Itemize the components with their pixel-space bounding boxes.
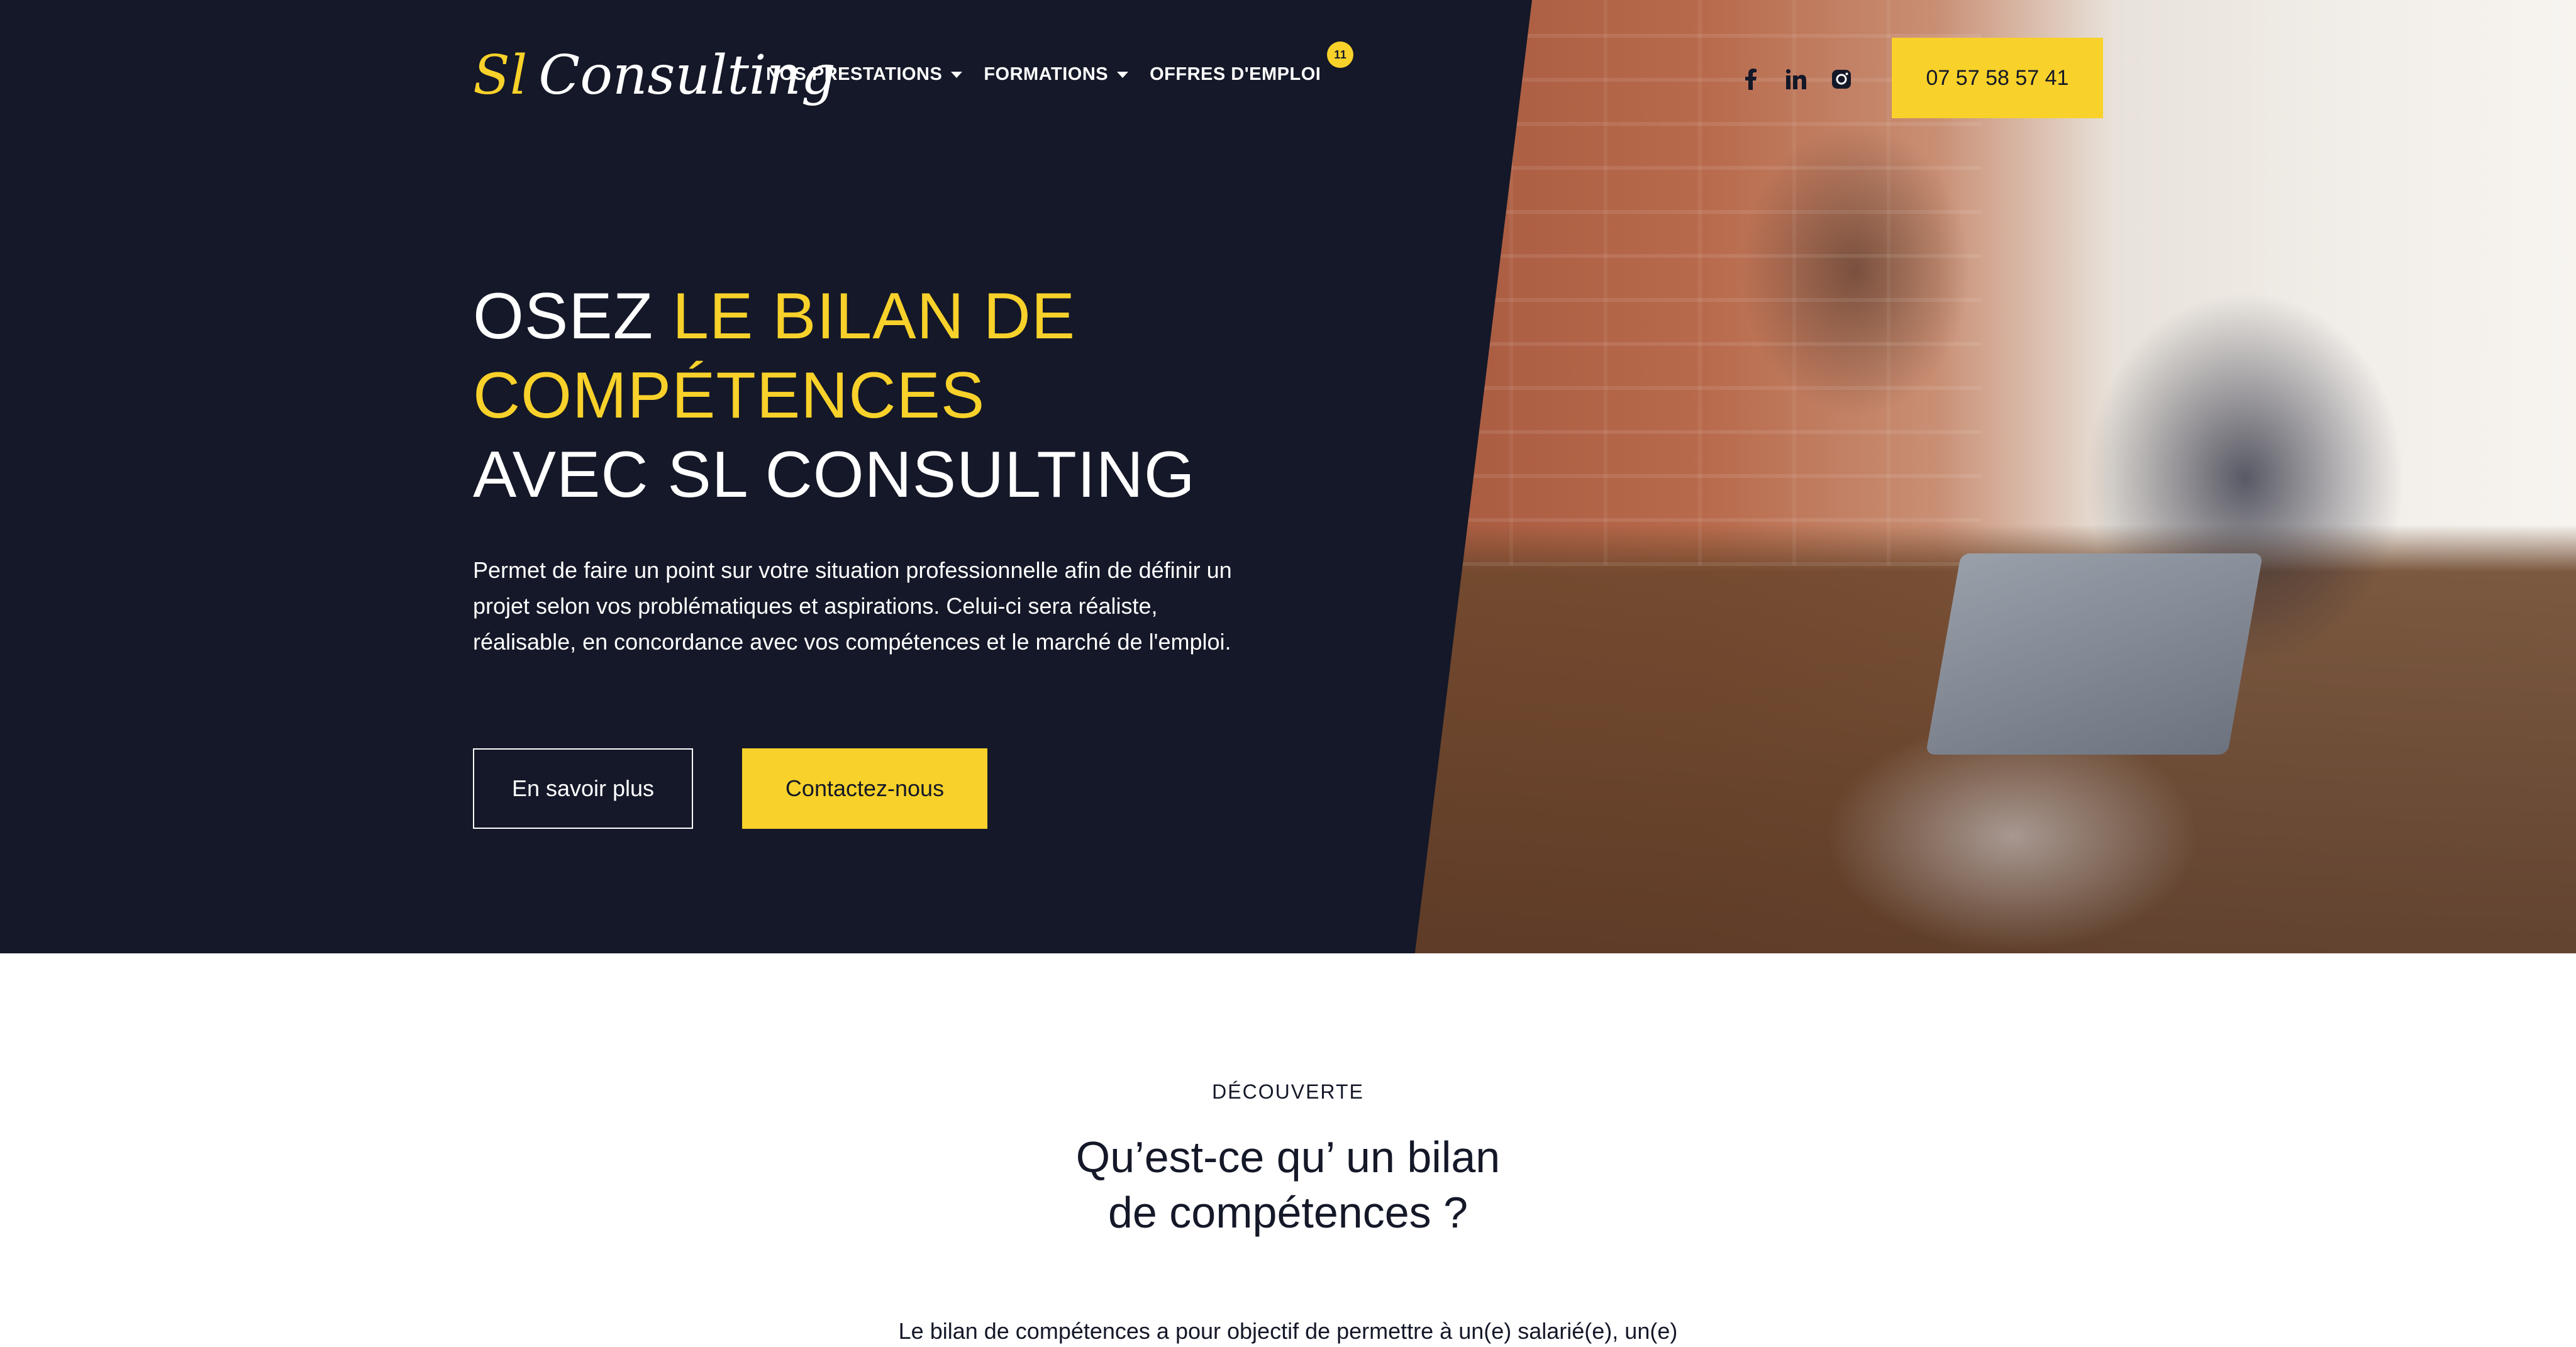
nav-item-label: FORMATIONS	[984, 64, 1109, 84]
hero-photo	[1415, 0, 2576, 953]
section-title: Qu’est-ce qu’ un bilan de compétences ?	[0, 1129, 2576, 1240]
main-nav: NOS PRESTATIONS FORMATIONS OFFRES D'EMPL…	[766, 42, 1354, 85]
nav-item-label: OFFRES D'EMPLOI	[1150, 64, 1321, 84]
learn-more-button[interactable]: En savoir plus	[473, 748, 693, 829]
linkedin-icon[interactable]	[1785, 68, 1807, 91]
nav-item-prestations[interactable]: NOS PRESTATIONS	[766, 64, 963, 85]
nav-item-offres-emploi[interactable]: OFFRES D'EMPLOI 11	[1150, 42, 1354, 85]
chevron-down-icon	[951, 71, 963, 78]
section-text: Le bilan de compétences a pour objectif …	[898, 1318, 1678, 1344]
phone-button[interactable]: 07 57 58 57 41	[1892, 38, 2103, 118]
contact-button[interactable]: Contactez-nous	[742, 748, 987, 829]
instagram-icon[interactable]	[1830, 68, 1853, 91]
hero-title-part1: OSEZ	[473, 280, 673, 353]
hero-section: Sl Consulting NOS PRESTATIONS FORMATIONS …	[0, 0, 2576, 953]
nav-item-formations[interactable]: FORMATIONS	[984, 64, 1129, 85]
facebook-icon[interactable]	[1740, 68, 1762, 91]
nav-item-label: NOS PRESTATIONS	[766, 64, 943, 84]
social-links	[1740, 68, 1853, 91]
section-title-line2: de compétences ?	[1108, 1188, 1468, 1237]
section-title-line1: Qu’est-ce qu’ un bilan	[1075, 1133, 1501, 1182]
hero-title-line3: AVEC SL CONSULTING	[473, 438, 1196, 511]
hero-description: Permet de faire un point sur votre situa…	[473, 557, 1232, 655]
hero-title-highlight-1: LE BILAN DE	[672, 280, 1076, 353]
hero-title: OSEZ LE BILAN DE COMPÉTENCES AVEC SL CONSU…	[473, 277, 1196, 514]
hero-title-highlight-2: COMPÉTENCES	[473, 359, 985, 432]
section-eyebrow: DÉCOUVERTE	[1212, 1080, 1364, 1103]
logo-sl: Sl	[473, 44, 528, 107]
notification-badge: 11	[1327, 42, 1354, 68]
chevron-down-icon	[1117, 71, 1129, 78]
